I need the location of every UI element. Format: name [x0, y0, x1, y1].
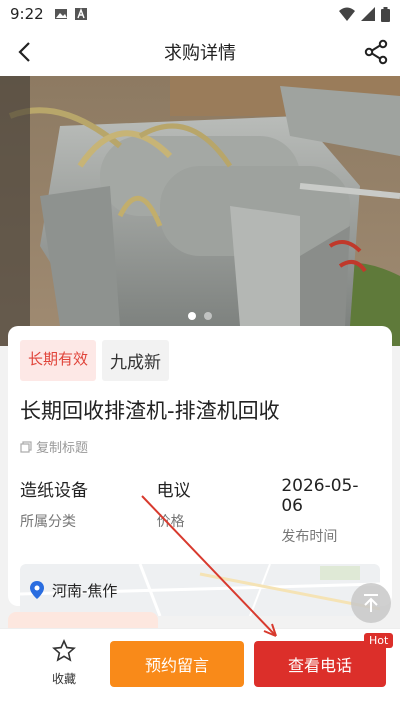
category-value: 造纸设备 — [20, 481, 88, 501]
carousel-dot-active[interactable] — [188, 312, 196, 320]
carousel-indicator — [0, 312, 400, 320]
back-to-top-button[interactable] — [351, 583, 391, 623]
machine-photo — [0, 76, 400, 346]
text-notification-icon — [74, 8, 87, 20]
location-text: 河南-焦作 — [52, 581, 118, 600]
meta-publish-time: 2026-05-06 发布时间 — [255, 476, 380, 546]
top-nav: 求购详情 — [0, 28, 400, 76]
meta-price: 电议 价格 — [119, 476, 256, 546]
detail-card: 长期有效 九成新 长期回收排渣机-排渣机回收 复制标题 造纸设备 所属分类 电议… — [8, 326, 392, 616]
page-title: 求购详情 — [164, 43, 236, 64]
wifi-icon — [339, 7, 355, 21]
validity-tag: 长期有效 — [20, 340, 97, 381]
signal-icon — [361, 7, 375, 21]
location-map[interactable]: 河南-焦作 — [20, 564, 380, 616]
share-icon[interactable] — [362, 38, 390, 66]
publish-time-label: 发布时间 — [281, 529, 338, 545]
image-notification-icon — [54, 9, 67, 19]
category-label: 所属分类 — [20, 514, 76, 530]
copy-icon — [20, 440, 32, 453]
status-bar: 9:22 — [0, 0, 400, 28]
status-time: 9:22 — [10, 5, 44, 23]
favorite-label: 收藏 — [51, 672, 76, 686]
bottom-action-bar: 收藏 预约留言 查看电话 Hot — [0, 628, 400, 711]
price-value: 电议 — [156, 481, 191, 501]
meta-category: 造纸设备 所属分类 — [20, 476, 119, 546]
listing-title: 长期回收排渣机-排渣机回收 — [20, 399, 280, 423]
carousel-dot[interactable] — [204, 312, 212, 320]
hot-badge: Hot — [364, 633, 394, 648]
tag-row: 长期有效 九成新 — [20, 340, 380, 381]
condition-tag: 九成新 — [102, 340, 170, 381]
arrow-up-icon — [364, 594, 378, 612]
meta-row: 造纸设备 所属分类 电议 价格 2026-05-06 发布时间 — [20, 476, 380, 546]
favorite-button[interactable]: 收藏 — [40, 639, 88, 687]
copy-title-button[interactable]: 复制标题 — [20, 437, 380, 456]
publish-time-value: 2026-05-06 — [281, 476, 359, 516]
back-arrow-icon[interactable] — [12, 38, 40, 66]
star-icon — [52, 639, 76, 662]
reserve-message-button[interactable]: 预约留言 — [110, 641, 244, 687]
copy-title-label: 复制标题 — [36, 441, 89, 456]
location-pin-icon — [30, 581, 44, 599]
price-label: 价格 — [156, 514, 185, 530]
product-photo-carousel[interactable] — [0, 76, 400, 346]
battery-icon — [381, 6, 390, 22]
